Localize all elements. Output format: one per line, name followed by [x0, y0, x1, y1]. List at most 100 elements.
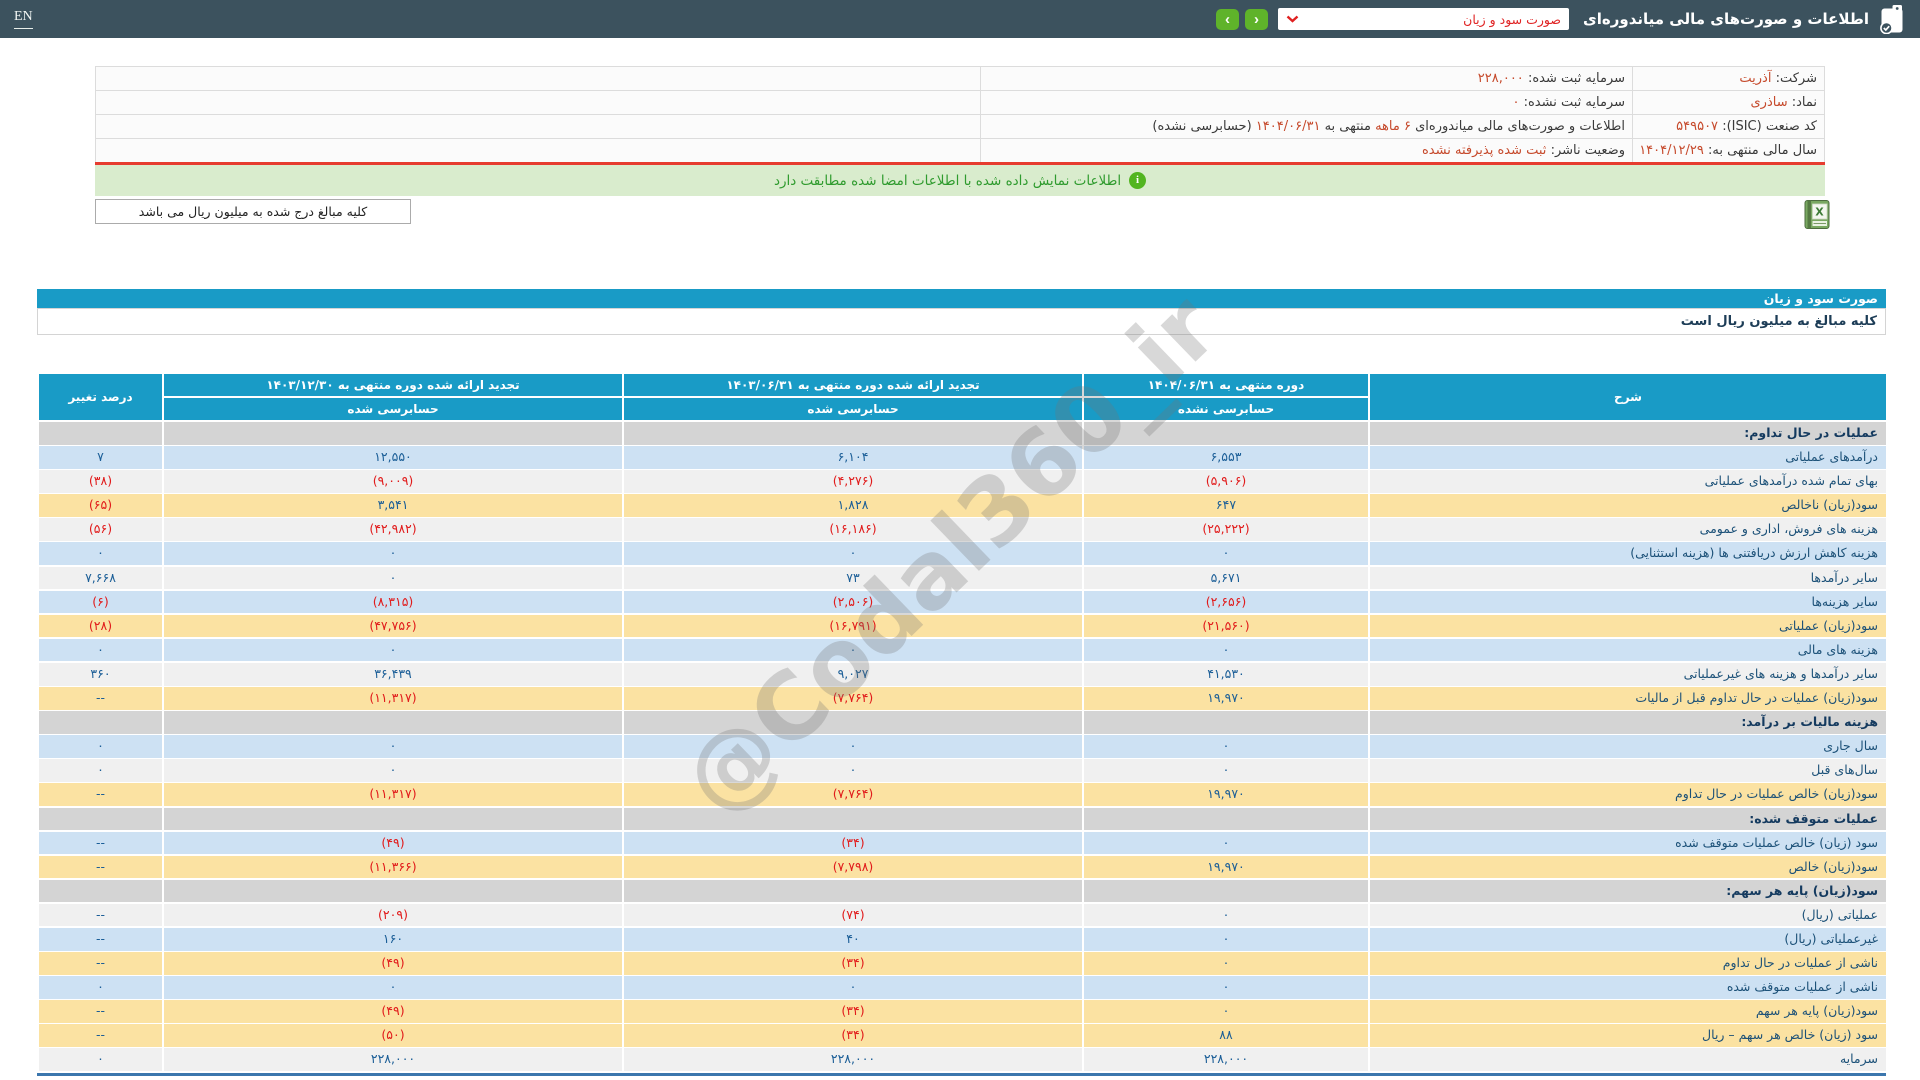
info-row: شرکت: آذریت سرمایه ثبت شده: ۲۲۸,۰۰۰ — [96, 67, 1824, 91]
symbol-field: نماد: ساذری — [1632, 91, 1824, 114]
row-value: (۱۶,۷۹۱) — [624, 614, 1082, 638]
table-row: سود (زیان) خالص هر سهم – ریال ۸۸ (۳۴) (۵۰) -… — [37, 1024, 1886, 1047]
table-row: بهای تمام شده درآمدهای عملیاتی (۵,۹۰۶) (۴,… — [37, 470, 1886, 493]
capital-registered-value: ۲۲۸,۰۰۰ — [1477, 71, 1524, 86]
top-bar: اطلاعات و صورت‌های مالی میاندوره‌ای صورت… — [0, 0, 1920, 38]
row-value: ۰ — [164, 735, 622, 758]
row-value — [164, 711, 622, 734]
row-value: -- — [39, 903, 162, 927]
row-value: ۰ — [1084, 759, 1368, 782]
row-value: ۰ — [1084, 903, 1368, 927]
row-value: ۰ — [624, 976, 1082, 999]
row-value: ۳,۵۴۱ — [164, 494, 622, 517]
language-toggle-en[interactable]: EN — [14, 9, 33, 29]
row-value: ۰ — [1084, 542, 1368, 566]
row-value: ۱۶۰ — [164, 927, 622, 951]
prev-statement-button[interactable]: ‹ — [1245, 8, 1269, 30]
table-row: هزینه های مالی ۰ ۰ ۰ ۰ — [37, 638, 1886, 662]
statement-type-dropdown[interactable]: صورت سود و زیان — [1278, 8, 1570, 30]
svg-text:X: X — [1815, 206, 1824, 219]
row-value: ۰ — [39, 638, 162, 662]
row-label: سود(زیان) پایه هر سهم — [1370, 1000, 1886, 1023]
row-value: ۱۲,۵۵۰ — [164, 446, 622, 469]
row-value: ۰ — [39, 1048, 162, 1072]
row-value: (۲۰۹) — [164, 903, 622, 927]
row-value: (۴,۲۷۶) — [624, 470, 1082, 493]
isic-field: کد صنعت (ISIC): ۵۴۹۵۰۷ — [1632, 115, 1824, 138]
symbol-value: ساذری — [1750, 95, 1788, 110]
row-label: سایر درآمدها و هزینه های غیرعملیاتی — [1370, 662, 1886, 686]
row-value: ۴۰ — [624, 927, 1082, 951]
row-value: (۴۹) — [164, 831, 622, 855]
row-value: ۳۶,۴۳۹ — [164, 662, 622, 686]
section-row: عملیات در حال تداوم: — [37, 422, 1886, 445]
table-row: سود(زیان) عملیات در حال تداوم قبل از مال… — [37, 687, 1886, 710]
row-value: ۲۲۸,۰۰۰ — [1084, 1048, 1368, 1072]
isic-label: کد صنعت (ISIC): — [1722, 119, 1817, 134]
row-value: (۲,۵۰۶) — [624, 590, 1082, 614]
page-title: اطلاعات و صورت‌های مالی میاندوره‌ای — [1583, 10, 1869, 28]
row-value: ۰ — [39, 542, 162, 566]
company-value: آذریت — [1739, 71, 1772, 86]
row-label: سود (زیان) خالص عملیات متوقف شده — [1370, 831, 1886, 855]
col-header-period2: تجدید ارائه شده دوره منتهی به ۱۴۰۳/۰۶/۳۱ — [624, 374, 1082, 396]
excel-export-icon[interactable]: X — [1803, 199, 1831, 230]
section-row: سود(زیان) پایه هر سهم: — [37, 879, 1886, 903]
row-value: ۱۹,۹۷۰ — [1084, 783, 1368, 806]
row-label: سایر هزینه‌ها — [1370, 590, 1886, 614]
row-value: ۰ — [164, 566, 622, 590]
row-value — [164, 879, 622, 903]
row-value: (۶۵) — [39, 494, 162, 517]
row-value — [624, 422, 1082, 445]
row-value: ۰ — [1084, 1000, 1368, 1023]
row-label: سود (زیان) خالص هر سهم – ریال — [1370, 1024, 1886, 1047]
period-prefix: اطلاعات و صورت‌های مالی میاندوره‌ای — [1415, 119, 1625, 134]
row-value: ۰ — [624, 638, 1082, 662]
row-value: (۸,۳۱۵) — [164, 590, 622, 614]
row-label: سود(زیان) خالص عملیات در حال تداوم — [1370, 783, 1886, 806]
row-value: ۰ — [164, 542, 622, 566]
row-label: سال جاری — [1370, 735, 1886, 758]
row-value: -- — [39, 855, 162, 879]
period-date: ۱۴۰۴/۰۶/۳۱ — [1255, 119, 1321, 134]
row-value — [164, 422, 622, 445]
table-row: درآمدهای عملیاتی ۶,۵۵۳ ۶,۱۰۴ ۱۲,۵۵۰ ۷ — [37, 446, 1886, 469]
row-value — [39, 711, 162, 734]
table-row: سال‌های قبل ۰ ۰ ۰ ۰ — [37, 759, 1886, 782]
signed-info-banner: i اطلاعات نمایش داده شده با اطلاعات امضا… — [95, 165, 1825, 196]
row-value: (۴۲,۹۸۲) — [164, 518, 622, 541]
row-value: ۶۴۷ — [1084, 494, 1368, 517]
table-row: هزینه های فروش، اداری و عمومی (۲۵,۲۲۲) (۱۶… — [37, 518, 1886, 541]
row-value: ۴۱,۵۳۰ — [1084, 662, 1368, 686]
next-statement-button[interactable]: › — [1216, 8, 1240, 30]
row-value: ۲۲۸,۰۰۰ — [164, 1048, 622, 1072]
row-value: ۱۹,۹۷۰ — [1084, 687, 1368, 710]
row-value — [1084, 422, 1368, 445]
row-value: ۷,۶۶۸ — [39, 566, 162, 590]
row-label: ناشی از عملیات متوقف شده — [1370, 976, 1886, 999]
row-value: (۵۰) — [164, 1024, 622, 1047]
table-row: سایر درآمدها ۵,۶۷۱ ۷۳ ۰ ۷,۶۶۸ — [37, 566, 1886, 590]
table-bottom-border — [37, 1072, 1886, 1076]
row-label: عملیاتی (ریال) — [1370, 903, 1886, 927]
chevron-down-icon — [1286, 15, 1299, 23]
row-value — [1084, 711, 1368, 734]
table-row: سال جاری ۰ ۰ ۰ ۰ — [37, 735, 1886, 758]
row-value: (۳۴) — [624, 1024, 1082, 1047]
income-statement-table: شرح دوره منتهی به ۱۴۰۴/۰۶/۳۱ تجدید ارائه… — [37, 374, 1886, 1076]
row-value: ۹,۰۲۷ — [624, 662, 1082, 686]
row-value: ۰ — [624, 542, 1082, 566]
row-value: ۰ — [164, 638, 622, 662]
row-value: (۶) — [39, 590, 162, 614]
col-header-period3: تجدید ارائه شده دوره منتهی به ۱۴۰۳/۱۲/۳۰ — [164, 374, 622, 396]
row-label: سال‌های قبل — [1370, 759, 1886, 782]
row-value: (۷۴) — [624, 903, 1082, 927]
row-value: ۰ — [624, 735, 1082, 758]
col-header-change: درصد تغییر — [39, 374, 162, 420]
col-subheader-period1: حسابرسی نشده — [1084, 398, 1368, 420]
row-value: (۴۹) — [164, 952, 622, 975]
capital-registered-field: سرمایه ثبت شده: ۲۲۸,۰۰۰ — [980, 67, 1632, 90]
